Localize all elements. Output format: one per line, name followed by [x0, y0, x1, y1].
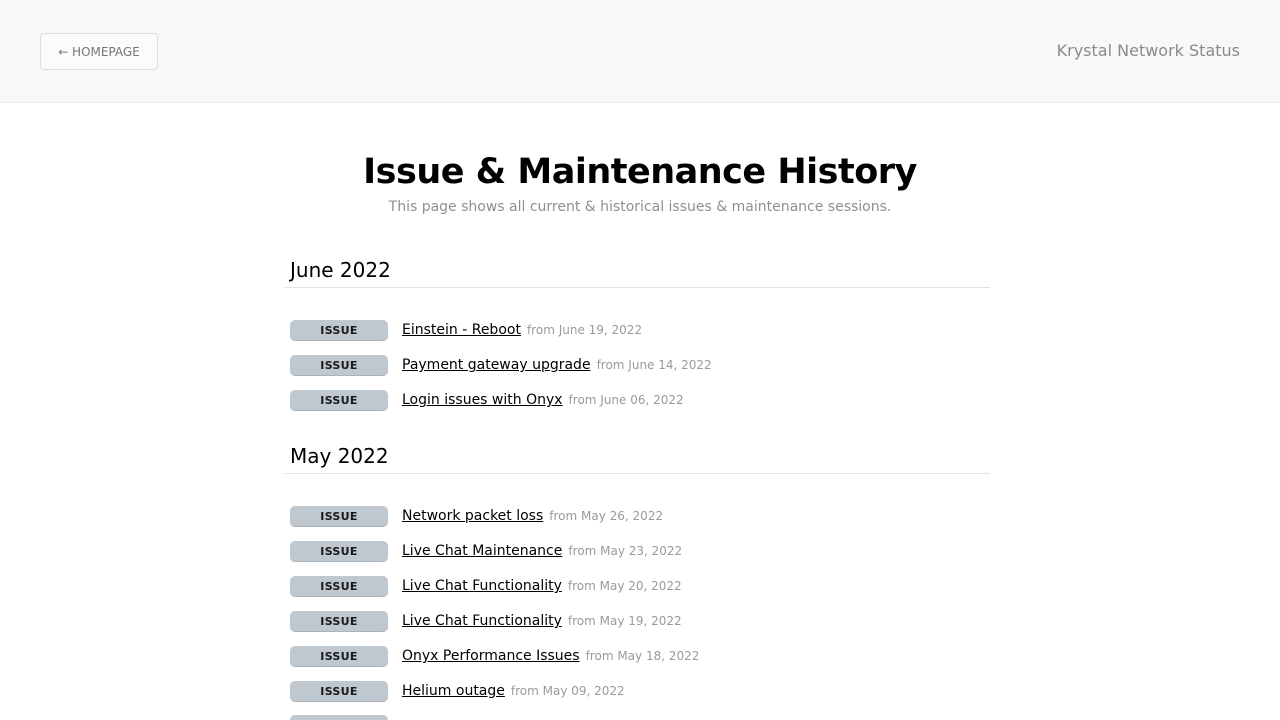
issue-badge[interactable]: ISSUE: [290, 506, 388, 527]
issue-entry: Login issues with Onyx from June 06, 2022: [402, 389, 684, 408]
list-item: ISSUE Login issues with Onyx from June 06…: [290, 387, 990, 411]
issue-badge[interactable]: ISSUE: [290, 320, 388, 341]
issue-link[interactable]: Onyx Performance Issues: [402, 648, 580, 664]
issue-badge[interactable]: ISSUE: [290, 611, 388, 632]
list-item: ISSUE Helium outage from May 09, 2022: [290, 678, 990, 702]
list-item: ISSUE Live Chat Functionality from May 19…: [290, 608, 990, 632]
issue-link[interactable]: Live Chat Maintenance: [402, 543, 562, 559]
issue-date: from June 14, 2022: [596, 358, 712, 372]
issue-link[interactable]: Helium outage: [402, 683, 505, 699]
issue-entry: Live Chat Functionality from May 20, 2022: [402, 575, 682, 594]
list-item: ISSUE Einstein - Reboot from June 19, 202…: [290, 317, 990, 341]
issue-date: from May 18, 2022: [585, 649, 700, 663]
issue-date: from May 23, 2022: [568, 544, 683, 558]
issue-date: from May 19, 2022: [567, 614, 682, 628]
issue-link[interactable]: Live Chat Functionality: [402, 578, 562, 594]
issue-date: from June 19, 2022: [526, 323, 643, 337]
issue-entry: Payment gateway upgrade from June 14, 202…: [402, 354, 712, 373]
month-divider: [285, 287, 990, 288]
page-subtitle: This page shows all current & historical…: [388, 199, 892, 215]
list-item: ISSUE Onyx Performance Issues from May 18…: [290, 643, 990, 667]
month-heading-june-2022: June 2022: [290, 258, 391, 282]
top-bar: ← HOMEPAGE Krystal Network Status: [0, 0, 1280, 103]
site-title[interactable]: Krystal Network Status: [1057, 41, 1240, 60]
list-item: ISSUE Network packet loss from May 26, 20…: [290, 503, 990, 527]
list-item-partial: [290, 713, 990, 720]
issue-entry: Live Chat Functionality from May 19, 2022: [402, 610, 682, 629]
issue-link[interactable]: Live Chat Functionality: [402, 613, 562, 629]
list-item: ISSUE Payment gateway upgrade from June 1…: [290, 352, 990, 376]
issue-badge-partial[interactable]: [290, 715, 388, 720]
issue-link[interactable]: Login issues with Onyx: [402, 392, 563, 408]
issue-link[interactable]: Einstein - Reboot: [402, 322, 521, 338]
issue-entry: Network packet loss from May 26, 2022: [402, 505, 663, 524]
list-item: ISSUE Live Chat Maintenance from May 23, …: [290, 538, 990, 562]
homepage-button[interactable]: ← HOMEPAGE: [40, 33, 158, 70]
issue-entry: Helium outage from May 09, 2022: [402, 680, 625, 699]
issue-badge[interactable]: ISSUE: [290, 355, 388, 376]
month-heading-may-2022: May 2022: [290, 444, 389, 468]
issue-badge[interactable]: ISSUE: [290, 390, 388, 411]
issue-badge[interactable]: ISSUE: [290, 681, 388, 702]
issue-link[interactable]: Payment gateway upgrade: [402, 357, 591, 373]
issue-date: from May 09, 2022: [510, 684, 625, 698]
issue-date: from May 26, 2022: [549, 509, 664, 523]
issue-badge[interactable]: ISSUE: [290, 541, 388, 562]
issue-entry: Onyx Performance Issues from May 18, 2022: [402, 645, 699, 664]
issue-link[interactable]: Network packet loss: [402, 508, 543, 524]
page-title: Issue & Maintenance History: [363, 152, 917, 192]
issue-badge[interactable]: ISSUE: [290, 646, 388, 667]
list-item: ISSUE Live Chat Functionality from May 20…: [290, 573, 990, 597]
issue-badge[interactable]: ISSUE: [290, 576, 388, 597]
issue-entry: Live Chat Maintenance from May 23, 2022: [402, 540, 682, 559]
month-divider: [285, 473, 990, 474]
issue-entry: Einstein - Reboot from June 19, 2022: [402, 319, 642, 338]
issue-date: from June 06, 2022: [568, 393, 684, 407]
issue-date: from May 20, 2022: [567, 579, 682, 593]
